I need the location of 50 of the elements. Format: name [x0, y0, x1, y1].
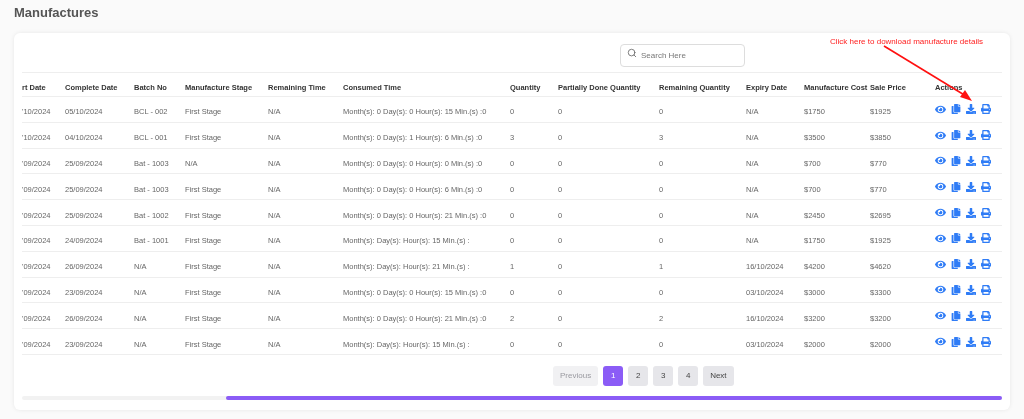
printer-icon[interactable]: [981, 233, 991, 244]
annotation-text: Click here to download manufacture details: [830, 36, 983, 48]
page-title: Manufactures: [14, 4, 99, 22]
page-button[interactable]: 4: [678, 365, 699, 386]
eye-icon[interactable]: [935, 310, 946, 322]
page-button[interactable]: 1: [603, 365, 624, 386]
printer-icon[interactable]: [981, 156, 991, 166]
eye-icon[interactable]: [935, 207, 946, 219]
printer-icon[interactable]: [981, 104, 991, 115]
eye-icon[interactable]: [935, 129, 946, 141]
copy-icon[interactable]: [951, 284, 961, 295]
eye-icon[interactable]: [935, 232, 946, 244]
search-field[interactable]: Search Here: [620, 44, 745, 67]
copy-icon[interactable]: [951, 156, 961, 166]
download-icon[interactable]: [966, 156, 976, 166]
download-icon[interactable]: [966, 310, 976, 321]
printer-icon[interactable]: [981, 284, 991, 295]
search-icon: [627, 47, 637, 58]
download-icon[interactable]: [966, 233, 976, 244]
download-icon[interactable]: [966, 130, 976, 141]
eye-icon[interactable]: [935, 181, 946, 193]
printer-icon[interactable]: [981, 207, 991, 218]
eye-icon[interactable]: [935, 336, 946, 348]
copy-icon[interactable]: [951, 336, 961, 347]
next-button[interactable]: Next: [703, 365, 734, 386]
eye-icon[interactable]: [935, 155, 946, 167]
copy-icon[interactable]: [951, 104, 961, 115]
download-icon[interactable]: [966, 284, 976, 295]
printer-icon[interactable]: [981, 336, 991, 347]
scrollbar-thumb[interactable]: [226, 395, 1002, 400]
copy-icon[interactable]: [951, 259, 961, 270]
printer-icon[interactable]: [981, 130, 991, 141]
eye-icon[interactable]: [935, 258, 946, 270]
copy-icon[interactable]: [951, 130, 961, 141]
page-button[interactable]: 3: [653, 365, 674, 386]
copy-icon[interactable]: [951, 181, 961, 192]
download-icon[interactable]: [966, 207, 976, 218]
copy-icon[interactable]: [951, 233, 961, 244]
printer-icon[interactable]: [981, 259, 991, 270]
copy-icon[interactable]: [951, 207, 961, 218]
page-button[interactable]: 2: [628, 365, 649, 386]
eye-icon[interactable]: [935, 103, 946, 115]
printer-icon[interactable]: [981, 181, 991, 192]
printer-icon[interactable]: [981, 310, 991, 321]
download-icon[interactable]: [966, 336, 976, 347]
download-icon[interactable]: [966, 259, 976, 270]
eye-icon[interactable]: [935, 284, 946, 296]
download-icon[interactable]: [966, 104, 976, 115]
copy-icon[interactable]: [951, 310, 961, 321]
download-icon[interactable]: [966, 181, 976, 192]
